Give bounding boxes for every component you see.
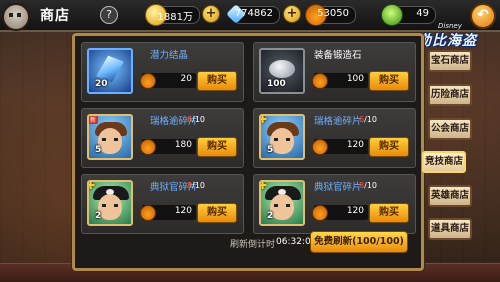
pouch-counter: 53050 — [305, 4, 356, 26]
pouch-icon — [140, 139, 156, 155]
face — [98, 194, 122, 220]
eyes — [274, 138, 290, 141]
shop-item-card: 100 装备锻造石 100 购买 — [253, 42, 416, 102]
shop-item-card: 20 潜力结晶 20 购买 — [81, 42, 244, 102]
tab-arena-shop[interactable]: 竞技商店 — [422, 151, 466, 173]
tab-adventure-shop[interactable]: 历险商店 — [428, 84, 472, 106]
item-quantity: 2 — [95, 211, 102, 221]
fragment-total: /10 — [192, 181, 205, 190]
item-quantity: 5 — [95, 145, 102, 155]
eyes — [102, 204, 118, 207]
item-quantity: 2 — [267, 211, 274, 221]
item-name: 瑞格逾碎片 — [314, 116, 362, 127]
add-coins-button[interactable]: + — [202, 5, 220, 23]
item-name: 潜力结晶 — [150, 50, 189, 61]
stone-icon — [269, 60, 295, 78]
pouch-icon — [140, 205, 156, 221]
fragment-count: 8/10 — [187, 181, 205, 190]
energy-value: 49 — [416, 8, 429, 19]
pouch-icon — [312, 73, 328, 89]
item-price: 120 — [312, 205, 368, 221]
face — [270, 128, 294, 154]
eyes — [102, 138, 118, 141]
price-value: 120 — [346, 206, 364, 216]
pouch-icon — [312, 205, 328, 221]
item-name: 典狱官碎片 — [314, 182, 362, 193]
gem-counter: 774862 — [226, 4, 280, 24]
title-area: 商店 ? — [2, 2, 118, 31]
item-quantity: 5 — [267, 145, 274, 155]
puzzle-piece-icon: ✚ — [261, 116, 270, 126]
buy-button[interactable]: 购买 — [369, 137, 409, 157]
help-button[interactable]: ? — [100, 6, 118, 24]
shop-item-card: 新 5 瑞格逾碎片 6/10 180 购买 — [81, 108, 244, 168]
forge-stone-item-icon[interactable]: 100 — [259, 48, 305, 94]
shop-item-card: ✚ 2 典狱官碎片 8/10 120 购买 — [253, 174, 416, 234]
item-name: 装备锻造石 — [314, 50, 362, 61]
eyes — [274, 204, 290, 207]
hero-fragment-item-icon[interactable]: ✚ 5 — [259, 114, 305, 160]
coin-value: 1881万 — [157, 12, 193, 23]
coin-counter: 1881万 — [145, 4, 200, 26]
buy-button[interactable]: 购买 — [369, 203, 409, 223]
page-title: 商店 — [40, 8, 70, 24]
fragment-total: /10 — [192, 115, 205, 124]
fragment-count: 8/10 — [359, 181, 377, 190]
item-quantity: 100 — [267, 79, 286, 89]
warden-fragment-item-icon[interactable]: ✚ 2 — [87, 180, 133, 226]
face — [270, 194, 294, 220]
logo-brand: Disney — [438, 22, 462, 30]
warden-fragment-item-icon[interactable]: ✚ 2 — [259, 180, 305, 226]
gem-value: 774862 — [234, 8, 273, 19]
shop-item-card: ✚ 2 典狱官碎片 8/10 120 购买 — [81, 174, 244, 234]
item-quantity: 20 — [95, 79, 108, 89]
price-value: 120 — [346, 140, 364, 150]
tab-guild-shop[interactable]: 公会商店 — [428, 118, 472, 140]
face — [98, 128, 122, 154]
price-value: 100 — [346, 74, 364, 84]
energy-icon — [381, 4, 403, 26]
refresh-countdown-label: 刷新倒计时 — [230, 240, 276, 250]
back-arrow-icon: ↶ — [477, 7, 489, 23]
buy-button[interactable]: 购买 — [369, 71, 409, 91]
fragment-count: 6/10 — [187, 115, 205, 124]
pouch-icon — [312, 139, 328, 155]
item-price: 180 — [140, 139, 196, 155]
hero-fragment-item-icon[interactable]: 新 5 — [87, 114, 133, 160]
fragment-total: /10 — [364, 181, 377, 190]
shop-item-card: ✚ 5 瑞格逾碎片 6/10 120 购买 — [253, 108, 416, 168]
price-value: 120 — [174, 206, 192, 216]
item-price: 100 — [312, 73, 368, 89]
item-price: 120 — [312, 139, 368, 155]
crystal-item-icon[interactable]: 20 — [87, 48, 133, 94]
free-refresh-button[interactable]: 免费刷新(100/100) — [310, 231, 408, 253]
tab-gem-shop[interactable]: 宝石商店 — [428, 50, 472, 72]
price-value: 20 — [180, 74, 192, 84]
skull-icon — [2, 3, 30, 31]
buy-button[interactable]: 购买 — [197, 137, 237, 157]
item-price: 20 — [140, 73, 196, 89]
tab-hero-shop[interactable]: 英雄商店 — [428, 185, 472, 207]
item-price: 120 — [140, 205, 196, 221]
tab-item-shop[interactable]: 道具商店 — [428, 218, 472, 240]
price-value: 180 — [174, 140, 192, 150]
new-badge: 新 — [89, 116, 99, 124]
fragment-total: /10 — [364, 115, 377, 124]
add-gems-button[interactable]: + — [283, 5, 301, 23]
fragment-count: 6/10 — [359, 115, 377, 124]
pouch-icon — [140, 73, 156, 89]
buy-button[interactable]: 购买 — [197, 71, 237, 91]
buy-button[interactable]: 购买 — [197, 203, 237, 223]
pouch-value: 53050 — [317, 8, 349, 19]
